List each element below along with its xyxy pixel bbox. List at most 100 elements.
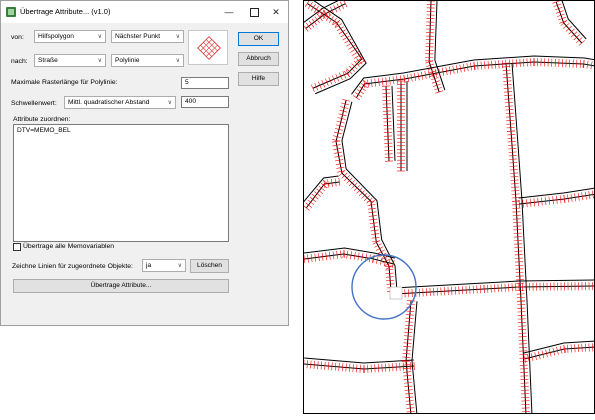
transfer-line (480, 61, 482, 70)
nach-mode-value: Polylinie (115, 57, 140, 64)
transfer-line (494, 60, 496, 69)
transfer-line (363, 195, 370, 202)
transfer-line (505, 105, 514, 107)
transfer-line (508, 158, 518, 160)
transfer-line (404, 389, 413, 391)
transfer-line (405, 396, 414, 398)
road-edge (391, 85, 396, 161)
transfer-line (510, 176, 519, 178)
transfer-line (405, 321, 414, 323)
transfer-line (403, 375, 412, 377)
road-edge (385, 86, 390, 162)
attribute-transfer-dialog: Übertrage Attribute... (v1.0) — ✕ von: H… (0, 0, 289, 326)
transfer-line (508, 155, 517, 157)
transfer-line (355, 92, 362, 98)
raster-input[interactable]: 5 (181, 77, 229, 89)
transfer-line (356, 364, 358, 373)
map-canvas[interactable] (303, 0, 595, 414)
transfer-line (317, 361, 319, 370)
transfer-line (341, 363, 344, 372)
transfer-line (507, 141, 516, 143)
ok-button[interactable]: OK (238, 32, 279, 46)
transfer-line (508, 148, 517, 150)
map-svg (304, 1, 594, 413)
transfer-line (333, 4, 338, 13)
transfer-line (336, 3, 341, 11)
linien-value: ja (146, 262, 152, 269)
road-edge (304, 175, 339, 203)
transfer-line (509, 169, 518, 171)
road-edge (561, 1, 587, 40)
schwellen-method-value: Mittl. quadratischer Abstand (68, 99, 150, 106)
transfer-line (403, 378, 412, 380)
road-network (304, 1, 594, 413)
transfer-line (530, 58, 532, 67)
transfer-line (403, 346, 412, 348)
transfer-line (506, 119, 515, 122)
transfer-line (320, 361, 323, 370)
transfer-line (377, 249, 385, 254)
transfer-line (386, 279, 395, 282)
transfer-line (503, 87, 512, 89)
transfer-line (338, 362, 340, 371)
von-mode-select[interactable]: Nächster Punkt ∨ (111, 30, 184, 43)
nach-target-select[interactable]: Straße ∨ (34, 54, 106, 67)
close-button[interactable]: ✕ (266, 4, 286, 20)
transfer-line (314, 16, 320, 24)
transfer-line (491, 60, 493, 69)
minimize-button[interactable]: — (219, 4, 239, 20)
transfer-line (310, 4, 316, 11)
attribute-mapping-textarea[interactable]: DTV=MEMO_BEL (13, 124, 229, 242)
transfer-line (374, 243, 382, 248)
transfer-line (405, 400, 414, 402)
transfer-line (334, 362, 337, 371)
transfer-line (402, 349, 411, 351)
road-edge (305, 181, 340, 209)
nach-label: nach: (11, 58, 28, 65)
transfer-line (502, 66, 511, 68)
transfer-line (502, 73, 511, 75)
transfer-line (507, 134, 516, 136)
transfer-line (307, 2, 313, 9)
transfer-line (405, 314, 414, 316)
transfer-line (327, 362, 330, 371)
title-bar[interactable]: Übertrage Attribute... (v1.0) — ✕ (1, 1, 288, 23)
road-edge (351, 55, 594, 95)
help-button[interactable]: Hilfe (238, 72, 279, 86)
schwellen-input[interactable]: 400 (181, 96, 229, 108)
transfer-line (306, 22, 312, 30)
transfer-line (406, 407, 415, 409)
transfer-line (403, 342, 412, 344)
von-mode-value: Nächster Punkt (115, 33, 161, 40)
linien-label: Zeichne Linien für zugeordnete Objekte: (12, 263, 133, 270)
transfer-attributes-button[interactable]: Übertrage Attribute... (13, 279, 229, 293)
delete-lines-button[interactable]: Löschen (190, 259, 229, 273)
chevron-down-icon: ∨ (97, 58, 102, 64)
nach-target-value: Straße (38, 57, 58, 64)
road-edge (304, 357, 414, 364)
transfer-line (512, 59, 514, 68)
chevron-down-icon: ∨ (177, 263, 182, 269)
transfer-line (523, 58, 525, 67)
transfer-line (503, 80, 512, 82)
transfer-line (311, 18, 318, 26)
memovariablen-checkbox[interactable] (13, 243, 21, 251)
schwellen-method-select[interactable]: Mittl. quadratischer Abstand ∨ (64, 96, 176, 109)
transfer-line (349, 363, 351, 372)
memovariablen-label: Übertrage alle Memovariablen (23, 243, 115, 250)
maximize-button[interactable] (244, 4, 264, 20)
transfer-line (359, 364, 361, 373)
hatched-square-icon (188, 30, 228, 65)
nach-mode-select[interactable]: Polylinie ∨ (111, 54, 184, 67)
cancel-button[interactable]: Abbruch (238, 52, 279, 66)
linien-select[interactable]: ja ∨ (142, 259, 186, 272)
transfer-line (402, 356, 411, 358)
transfer-line (404, 328, 413, 330)
transfer-line (406, 411, 415, 413)
transfer-line (509, 165, 518, 167)
transfer-line (406, 403, 415, 406)
transfer-line (504, 101, 513, 104)
transfer-line (504, 98, 513, 100)
transfer-line (509, 162, 518, 164)
von-source-select[interactable]: Hilfspolygon ∨ (34, 30, 106, 43)
